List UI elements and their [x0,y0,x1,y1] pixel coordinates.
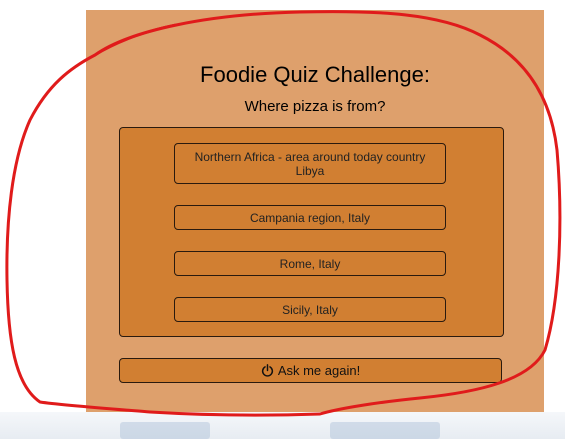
answers-panel: Northern Africa - area around today coun… [119,127,504,337]
answer-button[interactable]: Northern Africa - area around today coun… [174,143,446,184]
power-icon [261,364,273,377]
background-graphic [120,422,210,439]
ask-again-label: Ask me again! [277,363,361,378]
ask-again-button[interactable]: Ask me again! [119,358,502,383]
quiz-title: Foodie Quiz Challenge: [200,62,430,87]
answer-button[interactable]: Sicily, Italy [174,297,446,322]
quiz-question: Where pizza is from? [244,98,386,115]
background-strip [0,412,565,439]
quiz-card: Foodie Quiz Challenge: Where pizza is fr… [86,10,544,412]
answer-button[interactable]: Campania region, Italy [174,205,446,230]
answer-button[interactable]: Rome, Italy [174,251,446,276]
background-graphic [330,422,440,439]
